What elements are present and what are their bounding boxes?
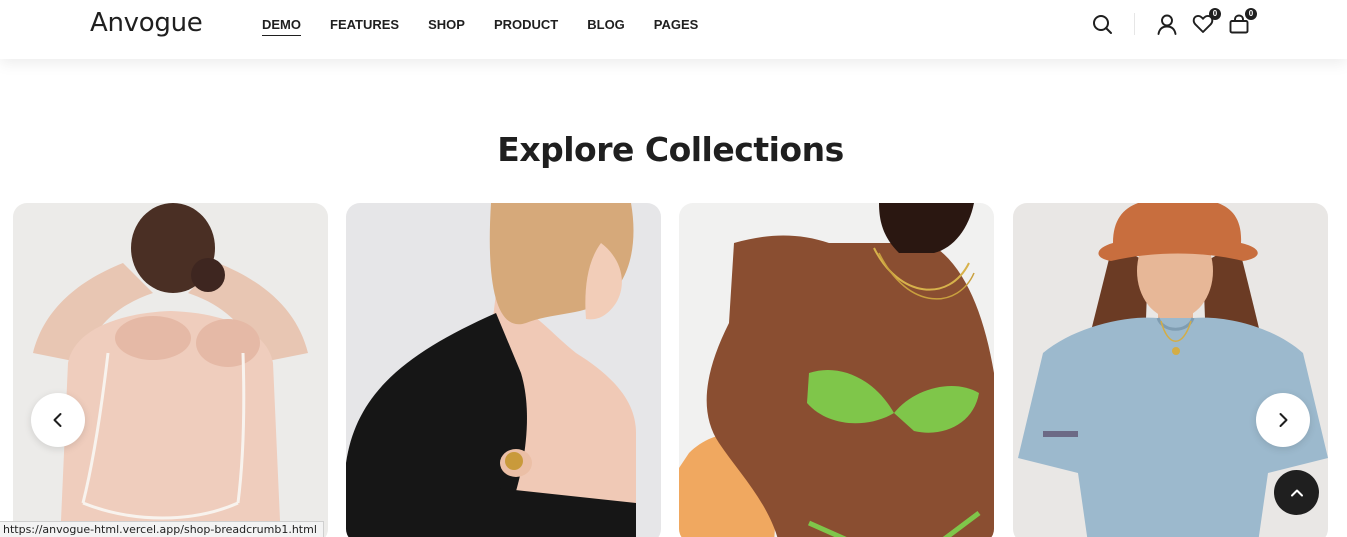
site-header: Anvogue DEMO FEATURES SHOP PRODUCT BLOG … <box>0 0 1347 59</box>
collection-image <box>13 203 328 537</box>
collection-image <box>346 203 661 537</box>
collection-card[interactable] <box>13 203 328 537</box>
main-nav: DEMO FEATURES SHOP PRODUCT BLOG PAGES <box>262 17 727 36</box>
chevron-left-icon <box>53 413 62 427</box>
nav-item-demo[interactable]: DEMO <box>262 17 301 36</box>
section-title: Explore Collections <box>497 130 844 169</box>
nav-item-features[interactable]: FEATURES <box>330 17 399 36</box>
cart-count-badge: 0 <box>1245 8 1257 20</box>
user-icon[interactable] <box>1155 12 1179 36</box>
search-icon[interactable] <box>1090 12 1114 36</box>
prev-slide-button[interactable] <box>31 393 85 447</box>
page: Anvogue DEMO FEATURES SHOP PRODUCT BLOG … <box>0 0 1347 537</box>
back-to-top-button[interactable] <box>1274 470 1319 515</box>
header-divider <box>1134 13 1135 35</box>
site-logo[interactable]: Anvogue <box>90 8 203 38</box>
chevron-right-icon <box>1279 413 1288 427</box>
nav-item-blog[interactable]: BLOG <box>587 17 625 36</box>
nav-item-pages[interactable]: PAGES <box>654 17 699 36</box>
collection-image <box>679 203 994 537</box>
heart-icon[interactable]: 0 <box>1191 8 1221 36</box>
collection-card[interactable] <box>679 203 994 537</box>
collection-card[interactable] <box>346 203 661 537</box>
header-actions: 0 0 <box>1090 8 1257 36</box>
nav-item-product[interactable]: PRODUCT <box>494 17 558 36</box>
next-slide-button[interactable] <box>1256 393 1310 447</box>
status-bar-url: https://anvogue-html.vercel.app/shop-bre… <box>0 521 324 537</box>
wishlist-count-badge: 0 <box>1209 8 1221 20</box>
nav-item-shop[interactable]: SHOP <box>428 17 465 36</box>
cart-icon[interactable]: 0 <box>1227 8 1257 36</box>
chevron-up-icon <box>1290 489 1303 496</box>
